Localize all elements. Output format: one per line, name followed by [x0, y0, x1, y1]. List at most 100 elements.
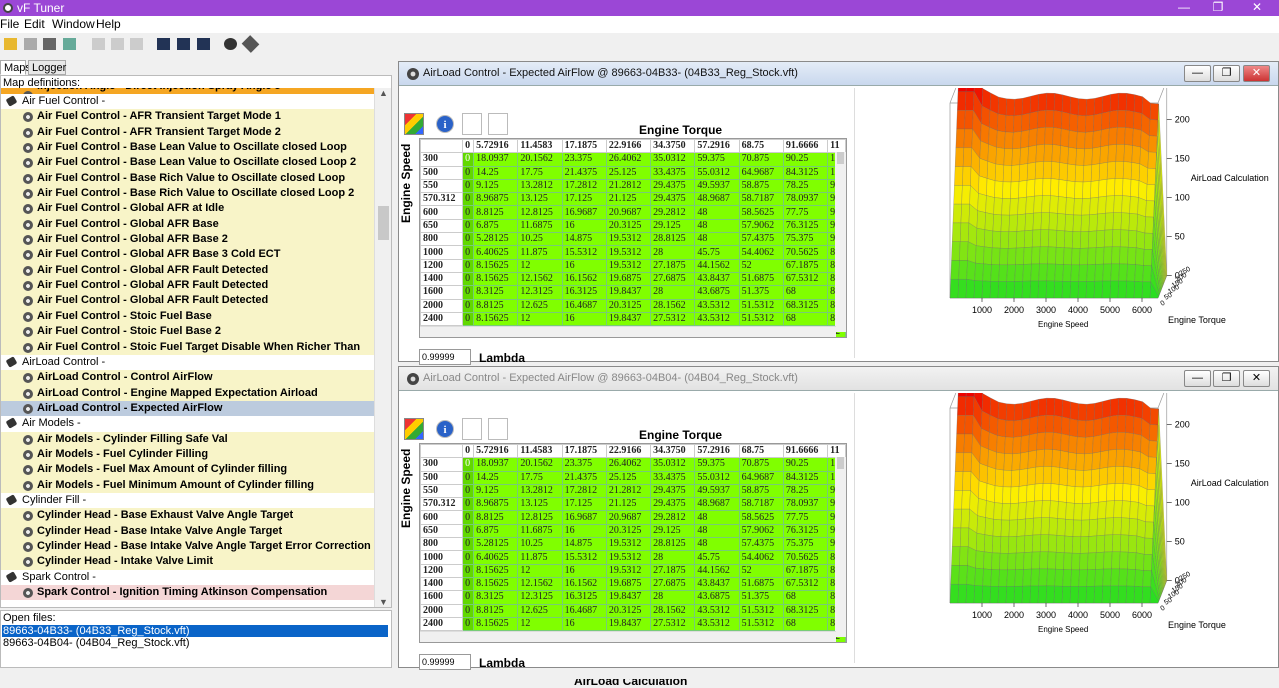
tree-map-item[interactable]: Air Models - Fuel Cylinder Filling [1, 446, 375, 463]
table-cell[interactable]: 26.4062 [606, 152, 652, 167]
table-cell[interactable]: 67.5312 [783, 272, 829, 287]
table-cell[interactable]: 16.1562 [562, 577, 607, 592]
map-table[interactable]: 0 5.72916 11.4583 17.1875 22.9166 34.3750 57.2… [419, 138, 847, 338]
table-cell[interactable]: 27.6875 [650, 272, 696, 287]
table-cell[interactable]: 12 [517, 564, 563, 578]
table-cell[interactable]: 8.15625 [473, 272, 519, 287]
table-cell[interactable]: 0 [462, 524, 475, 539]
table-cell[interactable]: 57.9062 [739, 219, 784, 234]
table-cell[interactable]: 6.875 [473, 524, 519, 539]
table-cell[interactable]: 45.75 [694, 550, 740, 565]
menu-edit[interactable]: Edit [24, 17, 45, 31]
table-cell[interactable]: 8.3125 [473, 590, 519, 605]
window-minimize-button[interactable]: — [1184, 370, 1211, 387]
table-cell[interactable]: 23.375 [562, 152, 607, 167]
table-cell[interactable]: 0 [462, 497, 475, 512]
table-cell[interactable]: 45.75 [694, 245, 740, 260]
menu-help[interactable]: Help [96, 17, 121, 31]
close-icon[interactable]: ✕ [1240, 0, 1274, 16]
tree-map-item[interactable]: Air Fuel Control - Base Rich Value to Os… [1, 170, 375, 187]
table-cell[interactable]: 48 [694, 524, 740, 539]
table-cell[interactable]: 10.25 [517, 232, 563, 247]
table-cell[interactable]: 0 [462, 219, 475, 234]
table-cell[interactable]: 33.4375 [650, 471, 696, 485]
table-cell[interactable]: 19.6875 [606, 272, 652, 287]
table-cell[interactable]: 16 [562, 219, 607, 234]
table-cell[interactable]: 70.875 [739, 152, 784, 167]
table-cell[interactable]: 28.8125 [650, 537, 696, 552]
table-cell[interactable]: 43.8437 [694, 272, 740, 287]
table-cell[interactable]: 68 [783, 590, 829, 605]
table-cell[interactable]: 6.40625 [473, 245, 519, 260]
tree-scrollbar[interactable]: ▲ ▼ [374, 88, 391, 607]
table-cell[interactable]: 0 [462, 590, 475, 605]
minimize-icon[interactable]: — [1167, 0, 1201, 16]
table-cell[interactable]: 12.1562 [517, 272, 563, 287]
table-cell[interactable]: 11.875 [517, 550, 563, 565]
table-cell[interactable]: 49.5937 [694, 179, 740, 194]
lambda-dropdown[interactable]: 0.99999 [419, 654, 471, 670]
page-icon[interactable] [462, 418, 482, 440]
table-cell[interactable]: 0 [462, 617, 475, 632]
table-cell[interactable]: 52 [739, 564, 784, 578]
table-cell[interactable]: 70.875 [739, 457, 784, 472]
tree-category[interactable]: AirLoad Control - [1, 354, 375, 371]
table-cell[interactable]: 9.125 [473, 484, 519, 499]
table-cell[interactable]: 29.4375 [650, 484, 696, 499]
tab-maps[interactable]: Maps [0, 60, 31, 75]
table-cell[interactable]: 12.1562 [517, 577, 563, 592]
table-cell[interactable]: 58.875 [739, 484, 784, 499]
cascade-icon[interactable] [197, 38, 210, 50]
table-cell[interactable]: 8.8125 [473, 205, 519, 220]
table-cell[interactable]: 27.1875 [650, 564, 696, 578]
table-cell[interactable]: 0 [462, 537, 475, 552]
table-cell[interactable]: 15.5312 [562, 245, 607, 260]
table-cell[interactable]: 55.0312 [694, 166, 740, 180]
tree-map-item[interactable]: Air Fuel Control - Global AFR Base 2 [1, 232, 375, 248]
table-cell[interactable]: 16.1562 [562, 272, 607, 287]
table-cell[interactable]: 12.3125 [517, 590, 563, 605]
table-cell[interactable]: 28.8125 [650, 232, 696, 247]
table-cell[interactable]: 11.6875 [517, 524, 563, 539]
table-cell[interactable]: 51.6875 [739, 577, 784, 592]
table-cell[interactable]: 21.2812 [606, 179, 652, 194]
table-cell[interactable]: 51.375 [739, 285, 784, 300]
table-cell[interactable]: 0 [462, 510, 475, 525]
table-cell[interactable]: 17.2812 [562, 179, 607, 194]
table-cell[interactable]: 18.0937 [473, 457, 519, 472]
table-cell[interactable]: 68 [783, 312, 829, 327]
table-cell[interactable]: 29.125 [650, 524, 696, 539]
table-cell[interactable]: 43.8437 [694, 577, 740, 592]
tree-map-item[interactable]: Air Fuel Control - Global AFR Fault Dete… [1, 278, 375, 294]
table-cell[interactable]: 49.5937 [694, 484, 740, 499]
table-cell[interactable]: 25.125 [606, 471, 652, 485]
window-close-button[interactable]: ✕ [1243, 370, 1270, 387]
scroll-down-icon[interactable]: ▼ [375, 597, 392, 607]
window-restore-button[interactable]: ❐ [1213, 65, 1240, 82]
table-cell[interactable]: 12.625 [517, 299, 563, 313]
table-cell[interactable]: 43.5312 [694, 617, 740, 632]
table-cell[interactable]: 64.9687 [739, 471, 784, 485]
table-cell[interactable]: 70.5625 [783, 245, 829, 260]
table-cell[interactable]: 20.3125 [606, 299, 652, 313]
surface-chart[interactable]: 250200150100500AirLoad Calculation100020… [854, 393, 1278, 663]
table-cell[interactable]: 48 [694, 205, 740, 220]
table-cell[interactable]: 18.0937 [473, 152, 519, 167]
table-cell[interactable]: 27.6875 [650, 577, 696, 592]
table-cell[interactable]: 23.375 [562, 457, 607, 472]
table-cell[interactable]: 25.125 [606, 166, 652, 180]
table-cell[interactable]: 8.8125 [473, 604, 519, 618]
tree-map-item[interactable]: Air Fuel Control - Global AFR at Idle [1, 201, 375, 217]
table-cell[interactable]: 33.4375 [650, 166, 696, 180]
table-cell[interactable]: 19.5312 [606, 550, 652, 565]
table-cell[interactable]: 13.125 [517, 192, 563, 207]
open-file-item[interactable]: 89663-04B04- (04B04_Reg_Stock.vft) [2, 637, 388, 649]
table-cell[interactable]: 16 [562, 312, 607, 327]
table-cell[interactable]: 0 [462, 604, 475, 618]
table-cell[interactable]: 0 [462, 312, 475, 327]
tree-map-item[interactable]: Spark Control - Ignition Timing Atkinson… [1, 585, 375, 601]
table-cell[interactable]: 77.75 [783, 510, 829, 525]
save-all-icon[interactable] [43, 38, 56, 50]
table-cell[interactable]: 20.3125 [606, 604, 652, 618]
tile-vertical-icon[interactable] [157, 38, 170, 50]
